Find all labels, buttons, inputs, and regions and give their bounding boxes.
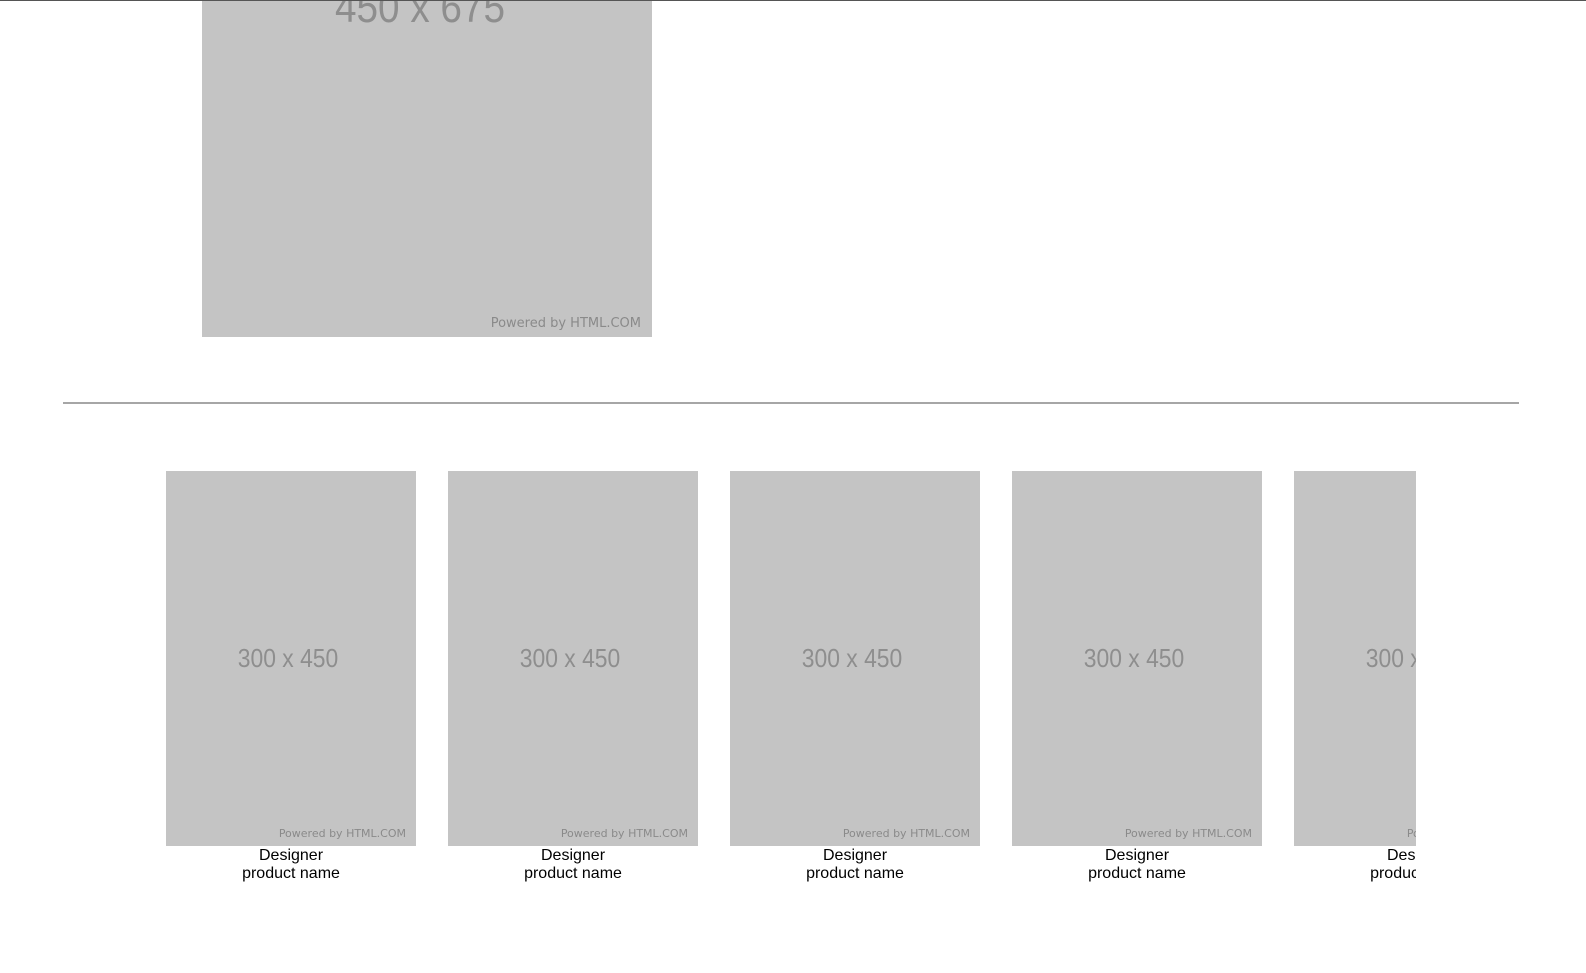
powered-by-label: Powered by HTML.COM — [490, 316, 641, 331]
product-caption: Designer product name — [166, 847, 416, 883]
product-card[interactable]: 300 x 450 Powered by HTML.COM Designer p… — [1012, 471, 1262, 883]
product-card[interactable]: 300 x 450 Powered by HTML.COM Designer p… — [1294, 471, 1416, 883]
product-card[interactable]: 300 x 450 Powered by HTML.COM Designer p… — [166, 471, 416, 883]
product-card[interactable]: 300 x 450 Powered by HTML.COM Designer p… — [448, 471, 698, 883]
powered-by-label: Powered by HTML.COM — [278, 827, 406, 840]
product-image[interactable]: 300 x 450 Powered by HTML.COM — [166, 471, 416, 846]
page: 450 x 675 Powered by HTML.COM 300 x 450 … — [0, 0, 1586, 973]
powered-by-label: Powered by HTML.COM — [560, 827, 688, 840]
product-caption: Designer product name — [448, 847, 698, 883]
product-image[interactable]: 300 x 450 Powered by HTML.COM — [730, 471, 980, 846]
product-designer[interactable]: Designer — [1294, 847, 1416, 865]
product-name[interactable]: product name — [166, 865, 416, 883]
product-designer[interactable]: Designer — [166, 847, 416, 865]
image-dimensions-label: 450 x 675 — [334, 0, 506, 32]
product-name[interactable]: product name — [1294, 865, 1416, 883]
image-dimensions-label: 300 x 450 — [1365, 643, 1416, 673]
powered-by-label: Powered by HTML.COM — [1124, 827, 1252, 840]
powered-by-label: Powered by HTML.COM — [1406, 827, 1416, 840]
product-caption: Designer product name — [730, 847, 980, 883]
product-name[interactable]: product name — [730, 865, 980, 883]
product-name[interactable]: product name — [1012, 865, 1262, 883]
product-image[interactable]: 300 x 450 Powered by HTML.COM — [448, 471, 698, 846]
product-designer[interactable]: Designer — [1012, 847, 1262, 865]
product-caption: Designer product name — [1012, 847, 1262, 883]
product-caption: Designer product name — [1294, 847, 1416, 883]
product-name[interactable]: product name — [448, 865, 698, 883]
main-product-image[interactable]: 450 x 675 Powered by HTML.COM — [202, 0, 652, 337]
product-designer[interactable]: Designer — [730, 847, 980, 865]
powered-by-label: Powered by HTML.COM — [842, 827, 970, 840]
product-image[interactable]: 300 x 450 Powered by HTML.COM — [1012, 471, 1262, 846]
product-designer[interactable]: Designer — [448, 847, 698, 865]
image-dimensions-label: 300 x 450 — [237, 643, 339, 673]
section-divider — [63, 402, 1519, 404]
product-image[interactable]: 300 x 450 Powered by HTML.COM — [1294, 471, 1416, 846]
image-dimensions-label: 300 x 450 — [1083, 643, 1185, 673]
image-dimensions-label: 300 x 450 — [801, 643, 903, 673]
product-card[interactable]: 300 x 450 Powered by HTML.COM Designer p… — [730, 471, 980, 883]
product-carousel: 300 x 450 Powered by HTML.COM Designer p… — [166, 471, 1416, 891]
image-dimensions-label: 300 x 450 — [519, 643, 621, 673]
